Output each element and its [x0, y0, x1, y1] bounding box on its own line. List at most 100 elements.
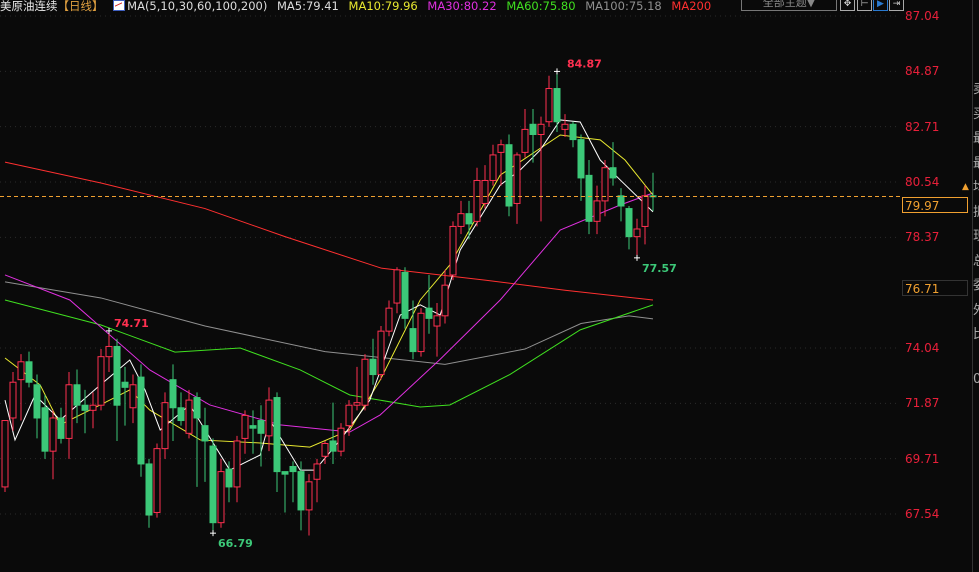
side-panel-label: 外	[973, 299, 979, 318]
candle-body	[329, 440, 337, 452]
candle	[241, 410, 249, 454]
candle	[433, 303, 441, 357]
candle-body	[33, 384, 41, 419]
candle	[89, 392, 97, 429]
candle-body	[529, 123, 537, 135]
candle-body	[145, 463, 153, 516]
candle-body	[121, 381, 129, 388]
candle-body	[353, 402, 361, 406]
candle	[185, 389, 193, 439]
candle-body	[409, 328, 417, 353]
candle	[225, 461, 233, 503]
candle	[137, 364, 145, 477]
extreme-label: 77.57	[642, 262, 677, 275]
candle-body	[625, 208, 633, 238]
candle-body	[225, 468, 233, 488]
candle-body	[265, 399, 273, 437]
candle-body	[377, 330, 385, 376]
candle-body	[617, 195, 625, 207]
candle	[489, 144, 497, 186]
side-panel-label: 卖	[973, 78, 979, 97]
candle-body	[385, 307, 393, 332]
ma-params[interactable]: MA(5,10,30,60,100,200)	[127, 0, 267, 13]
candle	[505, 134, 513, 217]
period-label[interactable]: 【日线】	[58, 0, 104, 13]
candle	[265, 387, 273, 452]
y-tick-label: 67.54	[905, 507, 940, 521]
candle	[425, 274, 433, 334]
candle-body	[1, 420, 9, 488]
candle	[129, 374, 137, 424]
candle-body	[97, 356, 105, 406]
side-panel-label: 总	[973, 250, 979, 269]
candle	[145, 458, 153, 528]
candle	[641, 185, 649, 245]
axis-icon[interactable]: ⊢	[857, 0, 872, 11]
candle	[457, 200, 465, 235]
candle-body	[89, 404, 97, 411]
candle	[497, 139, 505, 186]
candlestick-chart[interactable]: 84.87 74.71 66.79 77.57	[0, 0, 979, 572]
candle	[561, 114, 569, 138]
candle-body	[153, 448, 161, 513]
theme-select-button[interactable]: 全部主题▼	[741, 0, 837, 11]
candle-body	[81, 404, 89, 411]
candle	[25, 351, 33, 388]
candle-body	[401, 271, 409, 319]
ma10-value: MA10:79.96	[348, 0, 418, 13]
candle-body	[457, 213, 465, 227]
candle	[313, 458, 321, 503]
expand-icon[interactable]: ⇥	[889, 0, 904, 11]
candle-body	[425, 307, 433, 319]
ma100-line	[4, 281, 654, 365]
ma-chart-icon[interactable]	[113, 0, 126, 11]
y-tick-label: 78.37	[905, 230, 940, 245]
candle	[369, 338, 377, 385]
candle-body	[217, 471, 225, 524]
candle	[97, 349, 105, 411]
ma200-line	[4, 161, 654, 301]
candle	[513, 152, 521, 224]
ma100-value: MA100:75.18	[585, 0, 662, 13]
candle	[633, 218, 641, 258]
candle	[585, 160, 593, 235]
candle-body	[257, 420, 265, 434]
side-panel-label: 现	[973, 225, 979, 244]
candle-body	[65, 384, 73, 439]
candle-body	[361, 358, 369, 406]
crosshair-icon[interactable]: ✥	[840, 0, 855, 11]
candle	[65, 372, 73, 459]
candle	[17, 354, 25, 421]
candle	[281, 471, 289, 513]
candle-body	[441, 284, 449, 317]
candle	[233, 435, 241, 503]
candle-body	[577, 139, 585, 179]
candle	[201, 407, 209, 482]
candle	[113, 338, 121, 441]
y-tick-label: 69.71	[905, 451, 940, 466]
candle-body	[249, 425, 257, 429]
instrument-title: 美原油连续	[0, 0, 58, 13]
side-panel-label: 0	[973, 372, 979, 387]
candle-body	[193, 397, 201, 419]
candle	[601, 160, 609, 217]
candle-body	[177, 407, 185, 422]
candle-body	[545, 88, 553, 123]
y-tick-label: 84.87	[905, 64, 940, 79]
play-icon[interactable]: ▶	[873, 0, 888, 11]
candle	[1, 420, 9, 493]
candle-body	[297, 471, 305, 511]
candle	[105, 330, 113, 373]
candle	[617, 188, 625, 222]
candle-body	[345, 404, 353, 427]
candle	[377, 326, 385, 380]
candle	[545, 75, 553, 127]
y-tick-label: 80.54	[905, 175, 940, 189]
candle	[577, 134, 585, 201]
candle	[473, 167, 481, 227]
candle	[393, 267, 401, 314]
candle	[169, 364, 177, 441]
extreme-label: 74.71	[114, 317, 149, 330]
candle	[41, 394, 49, 459]
candle	[209, 438, 217, 534]
